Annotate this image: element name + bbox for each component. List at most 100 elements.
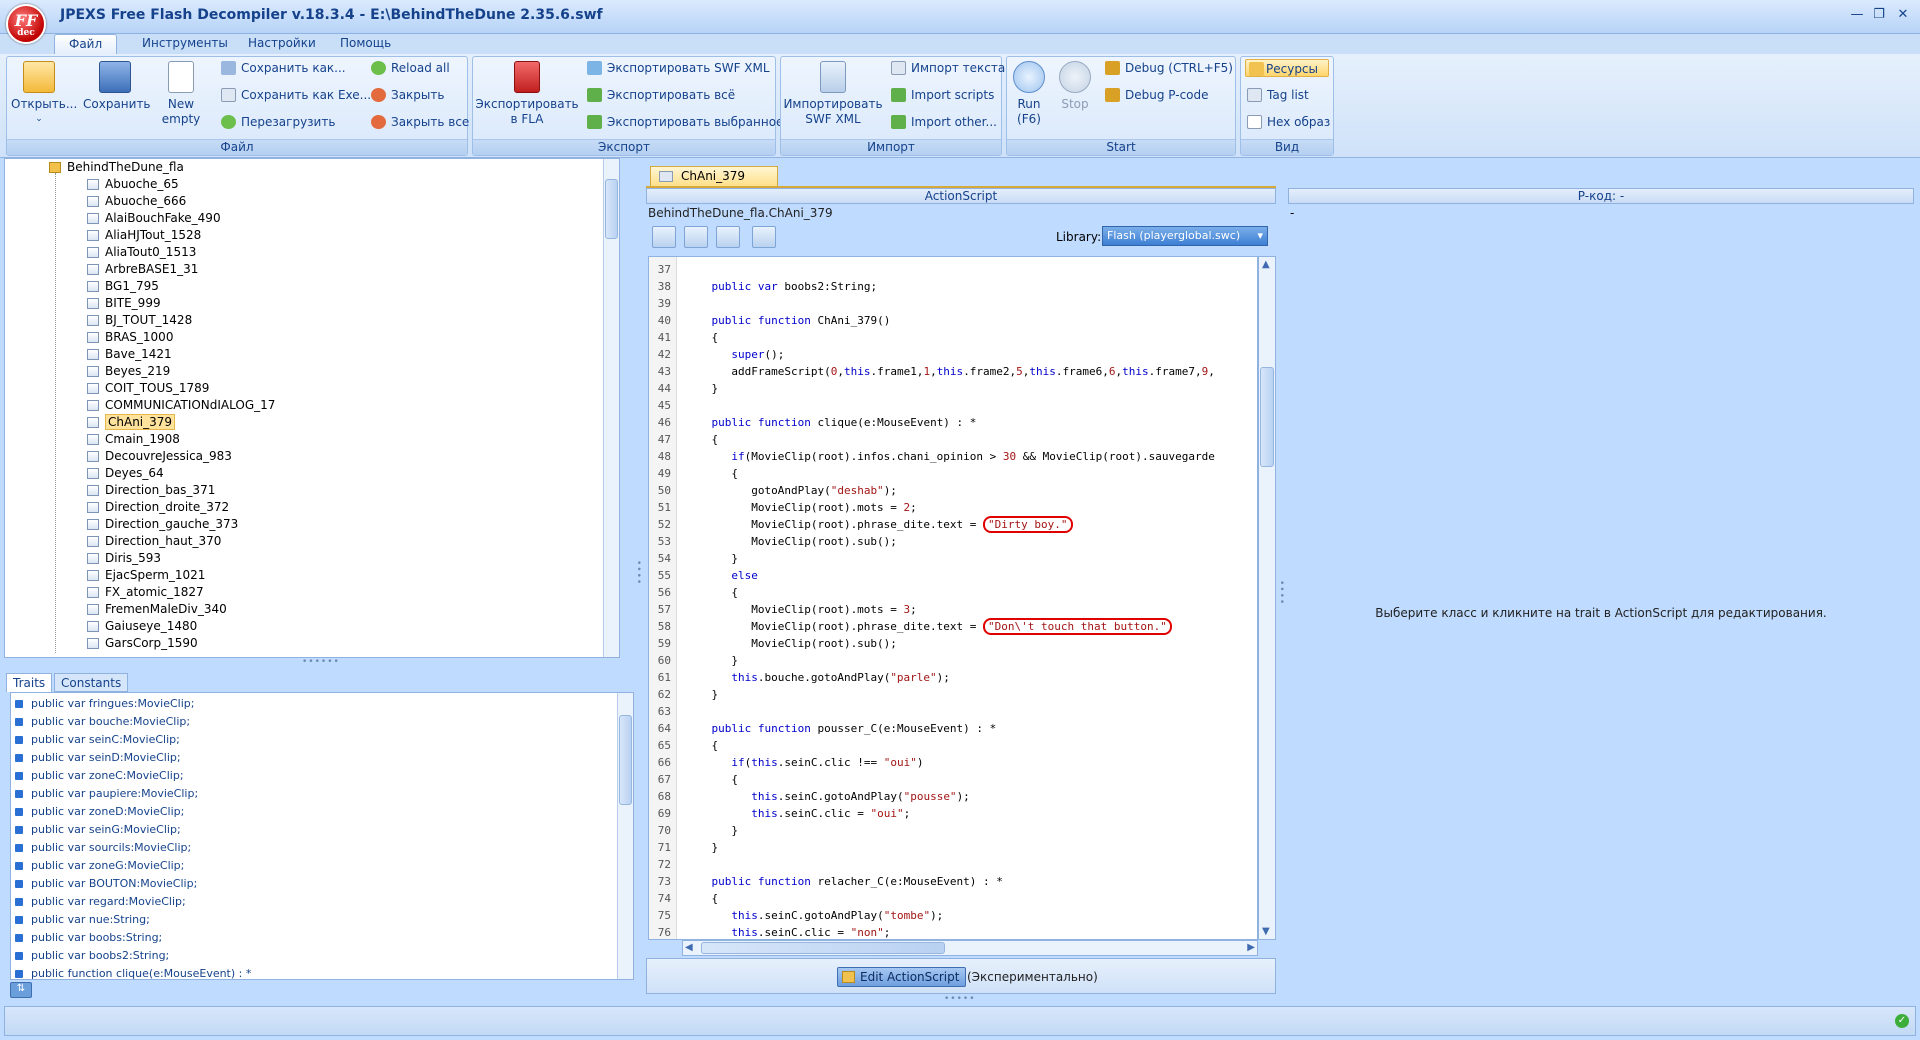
code-line[interactable]: 57 MovieClip(root).mots = 3; bbox=[649, 601, 1257, 618]
splitter-grip[interactable]: •••••• bbox=[302, 657, 340, 667]
code-line[interactable]: 72 bbox=[649, 856, 1257, 873]
vertical-splitter-left[interactable]: •••• bbox=[633, 560, 643, 585]
tab-tools[interactable]: Инструменты bbox=[128, 34, 242, 54]
close-file-button[interactable]: Закрыть bbox=[371, 86, 444, 104]
reload-all-button[interactable]: Reload all bbox=[371, 59, 450, 77]
trait-item[interactable]: public var sourcils:MovieClip; bbox=[13, 839, 191, 857]
export-selected-button[interactable]: Экспортировать выбранное bbox=[587, 113, 783, 131]
trait-item[interactable]: public function clique(e:MouseEvent) : * bbox=[13, 965, 251, 979]
code-line[interactable]: 45 bbox=[649, 397, 1257, 414]
tree-item[interactable]: Cmain_1908 bbox=[87, 431, 180, 448]
trait-item[interactable]: public var nue:String; bbox=[13, 911, 150, 929]
reload-button[interactable]: Перезагрузить bbox=[221, 113, 335, 131]
scroll-up-icon[interactable]: ▲ bbox=[1262, 259, 1270, 270]
import-swf-xml-button[interactable]: Импортировать SWF XML bbox=[783, 61, 883, 127]
import-text-button[interactable]: Импорт текста bbox=[891, 59, 1005, 77]
replace-tool-icon[interactable] bbox=[684, 226, 708, 248]
trait-item[interactable]: public var fringues:MovieClip; bbox=[13, 695, 194, 713]
tree-item[interactable]: Gaiuseye_1480 bbox=[87, 618, 197, 635]
sort-icon[interactable]: ⇅ bbox=[10, 982, 32, 998]
scroll-down-icon[interactable]: ▼ bbox=[1262, 926, 1270, 937]
tree-root[interactable]: BehindTheDune_fla bbox=[49, 159, 184, 176]
trait-item[interactable]: public var seinG:MovieClip; bbox=[13, 821, 181, 839]
code-line[interactable]: 73 public function relacher_C(e:MouseEve… bbox=[649, 873, 1257, 890]
export-all-button[interactable]: Экспортировать всё bbox=[587, 86, 735, 104]
tree-item[interactable]: Deyes_64 bbox=[87, 465, 164, 482]
hex-view-button[interactable]: Hex образ bbox=[1247, 113, 1330, 131]
tab-file[interactable]: Файл bbox=[54, 34, 118, 54]
tree-item[interactable]: BG1_795 bbox=[87, 278, 159, 295]
open-button[interactable]: Открыть... ⌄ bbox=[11, 61, 77, 127]
library-select[interactable]: Flash (playerglobal.swc) ▾ bbox=[1102, 226, 1268, 246]
code-line[interactable]: 52 MovieClip(root).phrase_dite.text = "D… bbox=[649, 516, 1257, 533]
code-line[interactable]: 49 { bbox=[649, 465, 1257, 482]
code-line[interactable]: 41 { bbox=[649, 329, 1257, 346]
export-fla-button[interactable]: Экспортировать в FLA bbox=[475, 61, 579, 127]
resources-button[interactable]: Ресурсы bbox=[1245, 59, 1329, 77]
code-line[interactable]: 68 this.seinC.gotoAndPlay("pousse"); bbox=[649, 788, 1257, 805]
code-line[interactable]: 44 } bbox=[649, 380, 1257, 397]
code-line[interactable]: 67 { bbox=[649, 771, 1257, 788]
bottom-splitter-grip[interactable]: ••••• bbox=[944, 994, 976, 1004]
code-line[interactable]: 71 } bbox=[649, 839, 1257, 856]
code-hscrollbar[interactable]: ◀ ▶ bbox=[682, 940, 1258, 956]
tree-scrollbar[interactable] bbox=[603, 159, 619, 657]
code-line[interactable]: 74 { bbox=[649, 890, 1257, 907]
close-icon[interactable]: ✕ bbox=[1892, 6, 1914, 24]
trait-item[interactable]: public var BOUTON:MovieClip; bbox=[13, 875, 197, 893]
tab-settings[interactable]: Настройки bbox=[234, 34, 330, 54]
code-line[interactable]: 65 { bbox=[649, 737, 1257, 754]
tree-item[interactable]: BRAS_1000 bbox=[87, 329, 173, 346]
trait-item[interactable]: public var zoneD:MovieClip; bbox=[13, 803, 184, 821]
tree-item[interactable]: COMMUNICATIONdIALOG_17 bbox=[87, 397, 275, 414]
code-line[interactable]: 56 { bbox=[649, 584, 1257, 601]
tree-item[interactable]: COIT_TOUS_1789 bbox=[87, 380, 209, 397]
tab-constants[interactable]: Constants bbox=[54, 673, 129, 692]
save-button[interactable]: Сохранить bbox=[83, 61, 151, 112]
code-line[interactable]: 76 this.seinC.clic = "non"; bbox=[649, 924, 1257, 939]
tree-item[interactable]: Diris_593 bbox=[87, 550, 161, 567]
debug-button[interactable]: Debug (CTRL+F5) bbox=[1105, 59, 1233, 77]
editor-tab[interactable]: ChAni_379 bbox=[650, 166, 778, 186]
scroll-left-icon[interactable]: ◀ bbox=[685, 942, 693, 953]
tab-traits[interactable]: Traits bbox=[6, 673, 53, 692]
code-vscrollbar[interactable]: ▲ ▼ bbox=[1258, 256, 1276, 940]
code-line[interactable]: 48 if(MovieClip(root).infos.chani_opinio… bbox=[649, 448, 1257, 465]
code-line[interactable]: 38 public var boobs2:String; bbox=[649, 278, 1257, 295]
traits-scroll-thumb[interactable] bbox=[619, 715, 632, 805]
trait-item[interactable]: public var regard:MovieClip; bbox=[13, 893, 186, 911]
tree-item[interactable]: Direction_bas_371 bbox=[87, 482, 215, 499]
code-line[interactable]: 50 gotoAndPlay("deshab"); bbox=[649, 482, 1257, 499]
code-hscroll-thumb[interactable] bbox=[701, 942, 945, 954]
export-swf-xml-button[interactable]: Экспортировать SWF XML bbox=[587, 59, 770, 77]
trait-item[interactable]: public var zoneC:MovieClip; bbox=[13, 767, 184, 785]
code-line[interactable]: 75 this.seinC.gotoAndPlay("tombe"); bbox=[649, 907, 1257, 924]
stop-button[interactable]: Stop bbox=[1055, 61, 1095, 112]
code-line[interactable]: 66 if(this.seinC.clic !== "oui") bbox=[649, 754, 1257, 771]
code-line[interactable]: 69 this.seinC.clic = "oui"; bbox=[649, 805, 1257, 822]
code-line[interactable]: 59 MovieClip(root).sub(); bbox=[649, 635, 1257, 652]
trait-item[interactable]: public var paupiere:MovieClip; bbox=[13, 785, 198, 803]
traits-scrollbar[interactable] bbox=[617, 693, 633, 979]
tree-item[interactable]: FX_atomic_1827 bbox=[87, 584, 204, 601]
code-line[interactable]: 40 public function ChAni_379() bbox=[649, 312, 1257, 329]
tree-item[interactable]: FremenMaleDiv_340 bbox=[87, 601, 227, 618]
tag-list-button[interactable]: Tag list bbox=[1247, 86, 1309, 104]
tree-item[interactable]: Direction_haut_370 bbox=[87, 533, 221, 550]
trait-item[interactable]: public var seinC:MovieClip; bbox=[13, 731, 180, 749]
tree-item[interactable]: Abuoche_65 bbox=[87, 176, 179, 193]
code-line[interactable]: 37 bbox=[649, 261, 1257, 278]
code-line[interactable]: 55 else bbox=[649, 567, 1257, 584]
tree-item[interactable]: AliaTout0_1513 bbox=[87, 244, 196, 261]
tree-item[interactable]: Abuoche_666 bbox=[87, 193, 186, 210]
trait-item[interactable]: public var zoneG:MovieClip; bbox=[13, 857, 184, 875]
restore-icon[interactable]: ❐ bbox=[1868, 6, 1890, 24]
tree-item[interactable]: BITE_999 bbox=[87, 295, 161, 312]
debug-pcode-button[interactable]: Debug P-code bbox=[1105, 86, 1209, 104]
trait-item[interactable]: public var seinD:MovieClip; bbox=[13, 749, 181, 767]
trait-item[interactable]: public var bouche:MovieClip; bbox=[13, 713, 190, 731]
tree-item[interactable]: EjacSperm_1021 bbox=[87, 567, 205, 584]
tree-item[interactable]: GarsCorp_1590 bbox=[87, 635, 198, 652]
save-as-button[interactable]: Сохранить как... bbox=[221, 59, 346, 77]
tree-item[interactable]: Direction_droite_372 bbox=[87, 499, 229, 516]
